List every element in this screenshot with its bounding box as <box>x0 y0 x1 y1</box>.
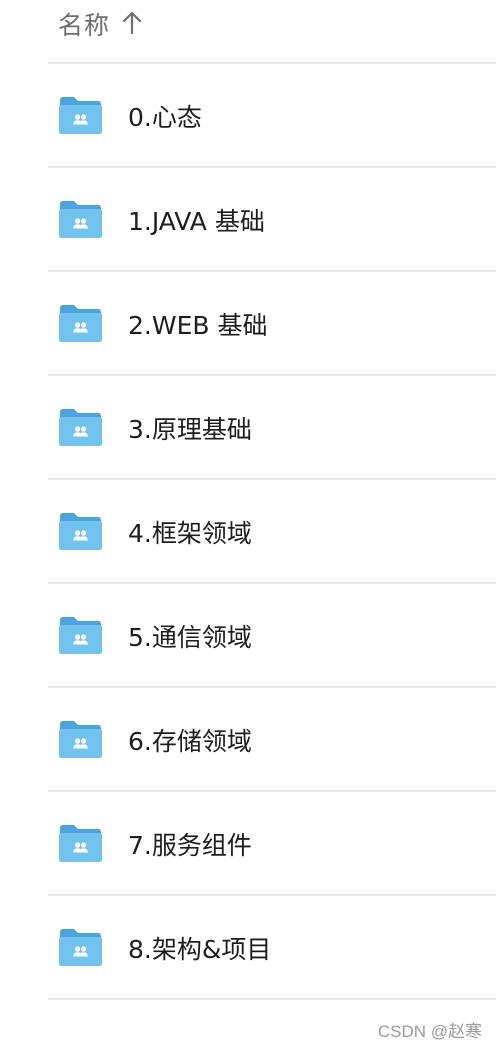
watermark: CSDN @赵寒 <box>377 1022 482 1041</box>
folder-list: 0.心态 1.JAVA 基础 2.WEB 基础 3.原理基础 4.框架领域 5.通信领域 6… <box>48 64 496 1000</box>
folder-row[interactable]: 6.存储领域 <box>48 688 496 792</box>
shared-folder-icon <box>59 409 102 446</box>
shared-folder-icon <box>59 929 102 966</box>
folder-row[interactable]: 8.架构&项目 <box>48 896 496 1000</box>
shared-folder-icon <box>59 721 102 758</box>
shared-folder-icon <box>59 513 102 550</box>
shared-folder-icon <box>59 97 102 134</box>
folder-row[interactable]: 5.通信领域 <box>48 584 496 688</box>
folder-name: 7.服务组件 <box>128 831 252 860</box>
folder-name: 5.通信领域 <box>128 623 252 652</box>
shared-folder-icon <box>59 825 102 862</box>
folder-name: 1.JAVA 基础 <box>128 207 265 236</box>
folder-row[interactable]: 3.原理基础 <box>48 376 496 480</box>
shared-folder-icon <box>59 617 102 654</box>
folder-row[interactable]: 4.框架领域 <box>48 480 496 584</box>
shared-folder-icon <box>59 201 102 238</box>
folder-name: 2.WEB 基础 <box>128 311 268 340</box>
folder-row[interactable]: 2.WEB 基础 <box>48 272 496 376</box>
folder-row[interactable]: 0.心态 <box>48 64 496 168</box>
column-header[interactable]: 名称 <box>48 0 496 64</box>
folder-row[interactable]: 7.服务组件 <box>48 792 496 896</box>
arrow-up-icon[interactable] <box>121 10 143 36</box>
file-browser: 名称 0.心态 1.JAVA 基础 2.WEB 基础 3.原理基础 4.框架领域 5.通信… <box>0 0 496 1052</box>
shared-folder-icon <box>59 305 102 342</box>
folder-row[interactable]: 1.JAVA 基础 <box>48 168 496 272</box>
name-column-label: 名称 <box>58 11 111 40</box>
folder-name: 6.存储领域 <box>128 727 252 756</box>
folder-name: 3.原理基础 <box>128 415 252 444</box>
folder-name: 8.架构&项目 <box>128 935 272 964</box>
folder-name: 4.框架领域 <box>128 519 252 548</box>
folder-name: 0.心态 <box>128 103 202 132</box>
